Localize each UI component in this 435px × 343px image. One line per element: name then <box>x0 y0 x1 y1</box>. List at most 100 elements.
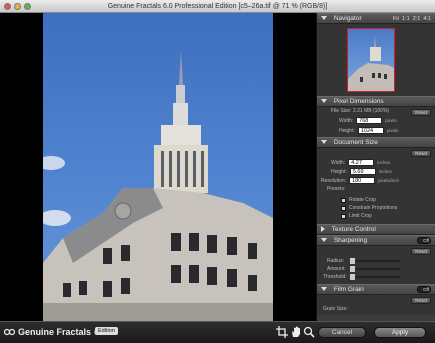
document-size-title: Document Size <box>333 139 378 146</box>
zoom-window-button[interactable] <box>24 3 31 10</box>
pixel-dimensions-title: Pixel Dimensions <box>333 98 384 105</box>
doc-width-label: Width: <box>331 159 346 166</box>
navigator-thumbnail[interactable] <box>347 28 395 92</box>
amount-slider-knob[interactable] <box>350 266 355 272</box>
radius-slider-knob[interactable] <box>350 258 355 264</box>
zoom-fit-button[interactable]: Fit <box>393 14 399 24</box>
pixel-dimensions-body: Reset File Size: 2.21 MB (100%) Width: 7… <box>317 107 435 137</box>
doc-height-row: Height: 5.69 inches <box>331 168 392 175</box>
doc-height-field[interactable]: 5.69 <box>349 168 376 175</box>
document-reset-button[interactable]: Reset <box>411 150 431 157</box>
app-window: Genuine Fractals 6.0 Professional Editio… <box>0 0 435 343</box>
constrain-row[interactable]: Constrain Proportions <box>341 205 397 211</box>
sharpening-toggle[interactable]: Off <box>417 237 431 244</box>
radius-label: Radius: <box>327 258 344 264</box>
film-grain-header[interactable]: Film Grain Off <box>317 284 435 295</box>
pixel-width-row: Width: 768 pixels <box>339 117 397 124</box>
pixel-width-unit[interactable]: pixels <box>385 118 397 123</box>
threshold-slider-knob[interactable] <box>350 274 355 280</box>
crop-tool-glyph <box>276 326 288 338</box>
building-photo <box>43 51 273 321</box>
edition-badge: Edition <box>95 327 118 335</box>
constrain-label: Constrain Proportions <box>349 205 398 211</box>
doc-height-label: Height: <box>331 168 347 175</box>
radius-row: Radius: <box>327 258 400 264</box>
disclosure-open-icon <box>321 99 327 104</box>
limit-crop-row[interactable]: Limit Crop <box>341 213 372 219</box>
disclosure-open-icon <box>321 16 327 21</box>
constrain-checkbox[interactable] <box>341 205 346 211</box>
pixel-height-label: Height: <box>339 127 355 134</box>
resolution-field[interactable]: 180 <box>349 177 376 184</box>
disclosure-open-icon <box>321 238 327 243</box>
pixel-reset-button[interactable]: Reset <box>411 109 431 116</box>
amount-label: Amount: <box>327 266 346 272</box>
sharpening-body: Reset Radius: Amount: Threshold: <box>317 246 435 284</box>
navigator-header[interactable]: Navigator Fit 1:1 2:1 4:1 <box>317 13 435 24</box>
apply-button[interactable]: Apply <box>374 327 426 338</box>
threshold-label: Threshold: <box>323 274 347 280</box>
brand-name: Genuine Fractals <box>18 327 92 337</box>
close-window-button[interactable] <box>4 3 11 10</box>
sharpening-title: Sharpening <box>333 237 368 244</box>
navigator-body <box>317 24 435 96</box>
thumbnail-image <box>348 35 394 91</box>
pixel-height-unit[interactable]: pixels <box>387 128 399 133</box>
doc-height-unit[interactable]: inches <box>379 169 392 174</box>
presets-label: Presets: <box>327 186 346 192</box>
sharpening-header[interactable]: Sharpening Off <box>317 235 435 246</box>
window-title: Genuine Fractals 6.0 Professional Editio… <box>107 3 328 10</box>
navigator-title: Navigator <box>333 15 362 22</box>
resolution-label: Resolution: <box>321 177 347 184</box>
image-canvas[interactable] <box>0 13 316 321</box>
threshold-row: Threshold: <box>323 274 400 280</box>
limit-crop-label: Limit Crop <box>349 213 372 219</box>
pixel-height-field[interactable]: 1024 <box>357 127 384 134</box>
hand-tool-glyph <box>292 326 300 337</box>
window-controls <box>4 3 31 10</box>
zoom-4-1-button[interactable]: 4:1 <box>423 14 431 24</box>
pixel-width-field[interactable]: 768 <box>356 117 383 124</box>
zoom-2-1-button[interactable]: 2:1 <box>413 14 421 24</box>
sharpening-reset-button[interactable]: Reset <box>411 248 431 255</box>
threshold-slider[interactable] <box>350 274 400 280</box>
minimize-window-button[interactable] <box>14 3 21 10</box>
film-grain-body: Reset Grain Size: <box>317 295 435 315</box>
pixel-height-row: Height: 1024 pixels <box>339 127 398 134</box>
zoom-1-1-button[interactable]: 1:1 <box>402 14 410 24</box>
amount-row: Amount: <box>327 266 400 272</box>
rotate-crop-label: Rotate Crop <box>349 197 376 203</box>
rotate-crop-row[interactable]: Rotate Crop <box>341 197 376 203</box>
texture-control-title: Texture Control <box>331 226 376 233</box>
hand-tool-icon[interactable] <box>290 326 302 338</box>
grain-size-row: Grain Size: <box>323 306 348 312</box>
file-size-label: File Size: 2.21 MB (100%) <box>331 108 390 114</box>
cancel-button[interactable]: Cancel <box>318 327 366 338</box>
presets-row[interactable]: Presets: <box>327 186 345 192</box>
file-size-text: File Size: 2.21 MB (100%) <box>331 108 389 114</box>
film-grain-title: Film Grain <box>333 286 364 293</box>
title-bar: Genuine Fractals 6.0 Professional Editio… <box>0 0 435 13</box>
rotate-crop-checkbox[interactable] <box>341 197 346 203</box>
pixel-dimensions-header[interactable]: Pixel Dimensions <box>317 96 435 107</box>
texture-control-header[interactable]: Texture Control <box>317 224 435 235</box>
film-grain-reset-button[interactable]: Reset <box>411 297 431 304</box>
amount-slider[interactable] <box>350 266 400 272</box>
disclosure-open-icon <box>321 287 327 292</box>
resolution-unit[interactable]: pixels/inch <box>378 178 399 183</box>
zoom-tool-glyph <box>303 326 315 338</box>
resolution-row: Resolution: 180 pixels/inch <box>321 177 399 184</box>
zoom-tool-icon[interactable] <box>303 326 315 338</box>
grain-size-label: Grain Size: <box>323 306 348 312</box>
radius-slider[interactable] <box>350 258 400 264</box>
crop-tool-icon[interactable] <box>276 326 288 338</box>
control-panel: Navigator Fit 1:1 2:1 4:1 Pixel Dimensio… <box>316 13 435 321</box>
limit-crop-checkbox[interactable] <box>341 213 346 219</box>
document-size-header[interactable]: Document Size <box>317 137 435 148</box>
film-grain-toggle[interactable]: Off <box>417 286 431 293</box>
doc-width-row: Width: 4.27 inches <box>331 159 390 166</box>
doc-width-unit[interactable]: inches <box>377 160 390 165</box>
fractals-logo-icon <box>4 328 15 336</box>
doc-width-field[interactable]: 4.27 <box>348 159 375 166</box>
pixel-width-label: Width: <box>339 117 354 124</box>
